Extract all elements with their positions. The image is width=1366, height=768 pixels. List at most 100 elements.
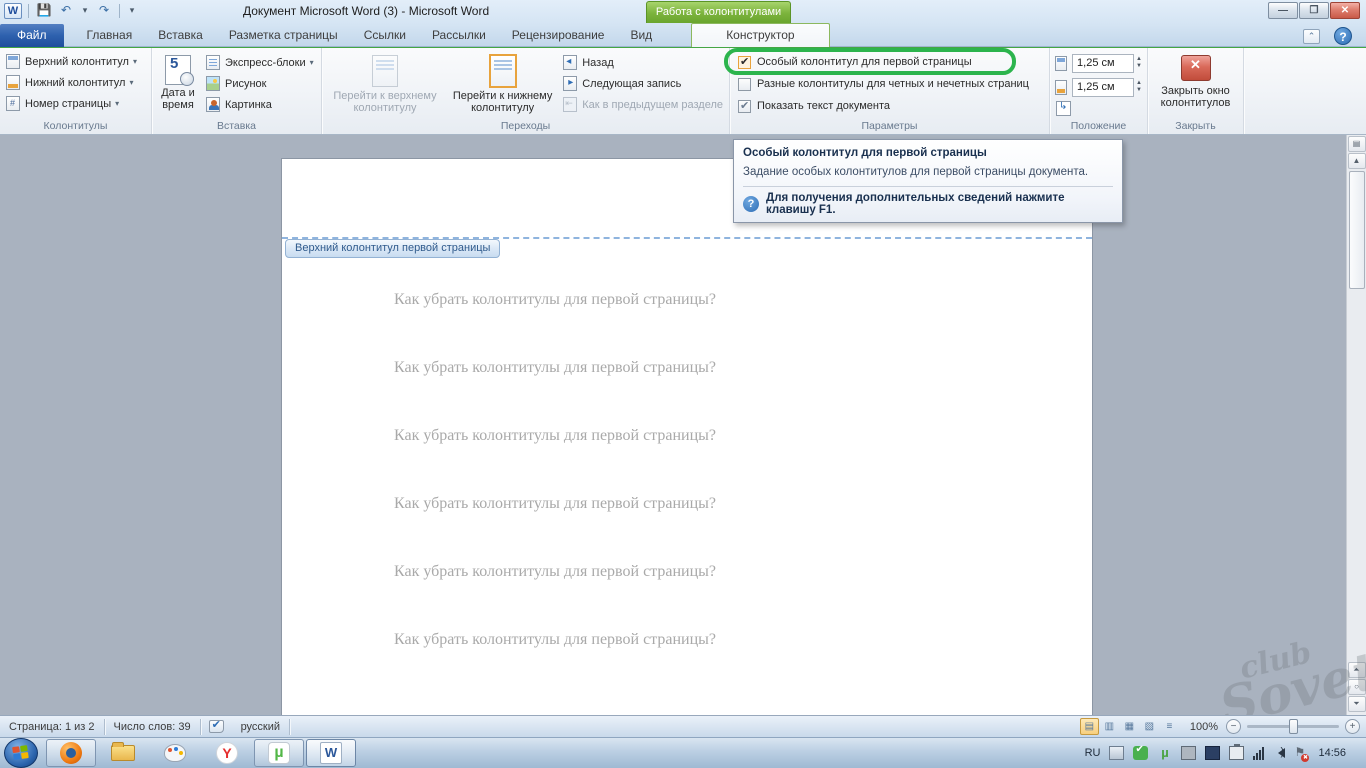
spellcheck-icon[interactable]: [209, 720, 224, 733]
clipboard-tray-icon[interactable]: [1229, 746, 1244, 760]
chevron-down-icon: ▾: [115, 99, 119, 108]
network-signal-icon[interactable]: [1253, 747, 1264, 760]
header-from-top-icon: [1055, 56, 1067, 71]
display2-tray-icon[interactable]: [1205, 746, 1220, 760]
fullscreen-reading-view-button[interactable]: ▥: [1100, 718, 1119, 735]
word-window: W 💾 ↶ ▾ ↷ ▾ Документ Microsoft Word (3) …: [0, 0, 1366, 768]
close-header-footer-button[interactable]: Закрыть окно колонтитулов: [1150, 51, 1241, 111]
antivirus-tray-icon[interactable]: [1133, 746, 1148, 760]
spinner-arrows[interactable]: ▲▼: [1136, 80, 1142, 94]
page-indicator[interactable]: Страница: 1 из 2: [0, 721, 104, 733]
spinner-arrows[interactable]: ▲▼: [1136, 56, 1142, 70]
previous-button[interactable]: Назад: [559, 52, 727, 73]
zoom-slider[interactable]: [1247, 725, 1339, 728]
close-button[interactable]: ✕: [1330, 2, 1360, 19]
scroll-up-arrow[interactable]: ▲: [1348, 153, 1366, 169]
utorrent-icon: µ: [268, 742, 290, 764]
undo-dropdown[interactable]: ▾: [79, 3, 91, 19]
footer-button[interactable]: Нижний колонтитул▾: [2, 72, 149, 93]
document-text-line[interactable]: Как убрать колонтитулы для первой страни…: [394, 291, 716, 309]
tab-page-layout[interactable]: Разметка страницы: [216, 24, 351, 47]
window-controls: — ❐ ✕: [1267, 2, 1360, 19]
taskbar-firefox-button[interactable]: [46, 739, 96, 767]
group-insert: Дата и время Экспресс-блоки▾ Рисунок Кар…: [152, 48, 322, 134]
zoom-slider-thumb[interactable]: [1289, 719, 1298, 734]
taskbar-word-button[interactable]: [306, 739, 356, 767]
group-label: Вставка: [152, 120, 321, 132]
web-layout-view-button[interactable]: ▦: [1120, 718, 1139, 735]
taskbar-paint-button[interactable]: [150, 739, 200, 767]
page-number-button[interactable]: Номер страницы▾: [2, 93, 149, 114]
footer-from-bottom-input[interactable]: [1072, 78, 1134, 97]
link-to-previous-button[interactable]: Как в предыдущем разделе: [559, 94, 727, 115]
taskbar-utorrent-button[interactable]: µ: [254, 739, 304, 767]
language-switcher[interactable]: RU: [1085, 747, 1101, 759]
goto-footer-button[interactable]: Перейти к нижнему колонтитулу: [446, 51, 559, 118]
minimize-button[interactable]: —: [1268, 2, 1298, 19]
minimize-ribbon-button[interactable]: ⌃: [1303, 29, 1320, 44]
restore-button[interactable]: ❐: [1299, 2, 1329, 19]
document-page[interactable]: Верхний колонтитул первой страницы Как у…: [281, 158, 1093, 715]
zoom-out-button[interactable]: −: [1226, 719, 1241, 734]
scrollbar-thumb[interactable]: [1349, 171, 1365, 289]
quick-access-toolbar: W 💾 ↶ ▾ ↷ ▾: [4, 3, 138, 19]
document-text-line[interactable]: Как убрать колонтитулы для первой страни…: [394, 563, 716, 581]
display-tray-icon[interactable]: [1181, 746, 1196, 760]
zoom-level[interactable]: 100%: [1190, 721, 1218, 733]
quick-parts-button[interactable]: Экспресс-блоки▾: [202, 52, 318, 73]
tab-view[interactable]: Вид: [617, 24, 665, 47]
save-button[interactable]: 💾: [35, 3, 53, 19]
print-layout-view-button[interactable]: ▤: [1080, 718, 1099, 735]
status-bar: Страница: 1 из 2 Число слов: 39 русский …: [0, 715, 1366, 737]
tab-file[interactable]: Файл: [0, 24, 64, 47]
volume-icon[interactable]: [1273, 748, 1285, 758]
clock[interactable]: 14:56: [1314, 747, 1356, 759]
tablet-settings-tray-icon[interactable]: [1109, 746, 1124, 760]
tab-review[interactable]: Рецензирование: [499, 24, 618, 47]
outline-view-button[interactable]: ▧: [1140, 718, 1159, 735]
next-button[interactable]: Следующая запись: [559, 73, 727, 94]
word-app-icon[interactable]: W: [4, 3, 22, 19]
goto-header-button[interactable]: Перейти к верхнему колонтитулу: [324, 51, 446, 118]
divider: [28, 4, 29, 18]
word-count[interactable]: Число слов: 39: [105, 721, 200, 733]
show-document-text-checkbox[interactable]: Показать текст документа: [732, 95, 1047, 117]
customize-qat-dropdown[interactable]: ▾: [126, 3, 138, 19]
undo-button[interactable]: ↶: [57, 3, 75, 19]
taskbar-yandex-button[interactable]: Y: [202, 739, 252, 767]
taskbar-explorer-button[interactable]: [98, 739, 148, 767]
document-text-line[interactable]: Как убрать колонтитулы для первой страни…: [394, 631, 716, 649]
clipart-button[interactable]: Картинка: [202, 94, 318, 115]
document-text-line[interactable]: Как убрать колонтитулы для первой страни…: [394, 359, 716, 377]
draft-view-button[interactable]: ≡: [1160, 718, 1179, 735]
ruler-toggle-button[interactable]: ▤: [1348, 136, 1366, 152]
group-label: Положение: [1050, 120, 1147, 132]
close-red-x-icon: [1181, 55, 1211, 81]
zoom-in-button[interactable]: +: [1345, 719, 1360, 734]
goto-header-icon: [372, 55, 398, 87]
redo-button[interactable]: ↷: [95, 3, 113, 19]
tab-references[interactable]: Ссылки: [351, 24, 419, 47]
different-odd-even-checkbox[interactable]: Разные колонтитулы для четных и нечетных…: [732, 73, 1047, 95]
document-text-line[interactable]: Как убрать колонтитулы для первой страни…: [394, 427, 716, 445]
date-time-button[interactable]: Дата и время: [154, 51, 202, 118]
header-from-top-input[interactable]: [1072, 54, 1134, 73]
language-indicator[interactable]: русский: [232, 721, 289, 733]
tab-home[interactable]: Главная: [74, 24, 146, 47]
insert-alignment-tab-button[interactable]: [1056, 101, 1071, 116]
start-button[interactable]: [4, 738, 38, 768]
divider: [119, 4, 120, 18]
help-icon[interactable]: ?: [1334, 27, 1352, 45]
next-record-icon: [563, 76, 577, 91]
checkbox-checked-icon: [738, 100, 751, 113]
header-button[interactable]: Верхний колонтитул▾: [2, 51, 149, 72]
document-text-line[interactable]: Как убрать колонтитулы для первой страни…: [394, 495, 716, 513]
tab-mailings[interactable]: Рассылки: [419, 24, 499, 47]
tab-design-active[interactable]: Конструктор: [691, 23, 829, 47]
utorrent-tray-icon[interactable]: µ: [1157, 746, 1172, 760]
green-highlight-annotation: [724, 48, 1016, 75]
tab-insert[interactable]: Вставка: [145, 24, 216, 47]
picture-button[interactable]: Рисунок: [202, 73, 318, 94]
action-center-flag-icon[interactable]: [1294, 747, 1305, 760]
contextual-tab-group-header: Работа с колонтитулами: [646, 1, 791, 23]
